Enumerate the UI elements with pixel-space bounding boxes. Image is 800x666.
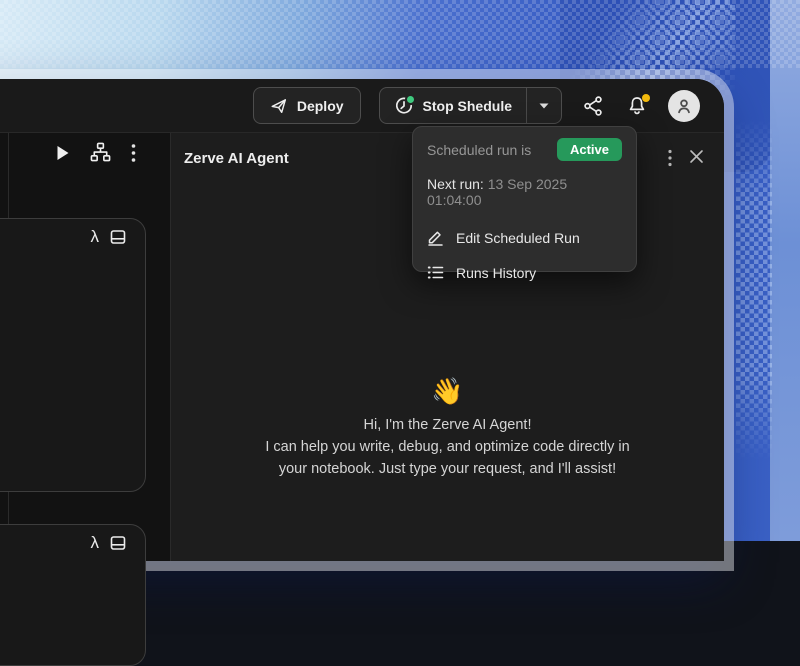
user-icon [675,97,693,115]
canvas-menu-button[interactable] [131,143,136,163]
canvas-area: λ λ [0,133,170,561]
welcome-line-2: I can help you write, debug, and optimiz… [171,436,724,458]
status-badge: Active [557,138,622,161]
wave-emoji: 👋 [171,376,724,406]
kebab-menu-icon [668,149,672,167]
pencil-icon [427,229,444,246]
agent-menu-button[interactable] [668,149,672,167]
dock-panel-icon[interactable] [109,228,127,246]
share-icon [582,95,604,117]
close-icon [689,149,704,164]
code-cell[interactable]: λ [0,524,146,666]
lambda-icon[interactable]: λ [91,533,100,553]
kebab-menu-icon [131,143,136,163]
deploy-label: Deploy [297,98,344,114]
user-avatar[interactable] [668,90,700,122]
schedule-active-dot [405,94,416,105]
agent-welcome-message: 👋 Hi, I'm the Zerve AI Agent! I can help… [171,376,724,480]
welcome-line-3: your notebook. Just type your request, a… [171,458,724,480]
dock-panel-icon[interactable] [109,534,127,552]
menu-item-edit-scheduled-run[interactable]: Edit Scheduled Run [427,229,622,246]
menu-item-runs-history[interactable]: Runs History [427,264,622,281]
schedule-status-row: Scheduled run is Active [427,138,622,161]
flow-view-button[interactable] [90,142,111,163]
flow-hierarchy-icon [90,142,111,163]
background-pixel-dots-right [736,120,772,460]
menu-item-label: Runs History [456,265,536,281]
close-panel-button[interactable] [689,149,704,164]
next-run-row: Next run: 13 Sep 2025 01:04:00 [427,176,622,208]
top-toolbar: Deploy Stop Shedule [0,79,724,133]
play-icon [56,145,70,161]
deploy-icon [270,97,288,115]
list-icon [427,264,444,281]
chevron-down-icon [539,103,549,109]
code-cell[interactable]: λ [0,218,146,492]
schedule-split-button: Stop Shedule [379,87,562,124]
panel-title: Zerve AI Agent [184,150,289,167]
lambda-icon[interactable]: λ [91,227,100,247]
next-run-label: Next run: [427,176,484,192]
schedule-popover: Scheduled run is Active Next run: 13 Sep… [412,126,637,272]
cell-header-icons: λ [91,227,128,247]
schedule-dropdown-toggle[interactable] [526,88,561,123]
stop-schedule-button[interactable]: Stop Shedule [380,88,526,123]
welcome-line-1: Hi, I'm the Zerve AI Agent! [171,414,724,436]
schedule-clock-icon [394,96,414,116]
canvas-toolbar [56,142,136,163]
share-button[interactable] [580,93,606,119]
schedule-status-label: Scheduled run is [427,142,531,158]
deploy-button[interactable]: Deploy [253,87,361,124]
menu-item-label: Edit Scheduled Run [456,230,580,246]
notification-dot [642,94,650,102]
background-right-column [770,0,800,541]
run-button[interactable] [56,145,70,161]
notifications-button[interactable] [624,93,650,119]
cell-header-icons: λ [91,533,128,553]
stop-schedule-label: Stop Shedule [423,98,512,114]
